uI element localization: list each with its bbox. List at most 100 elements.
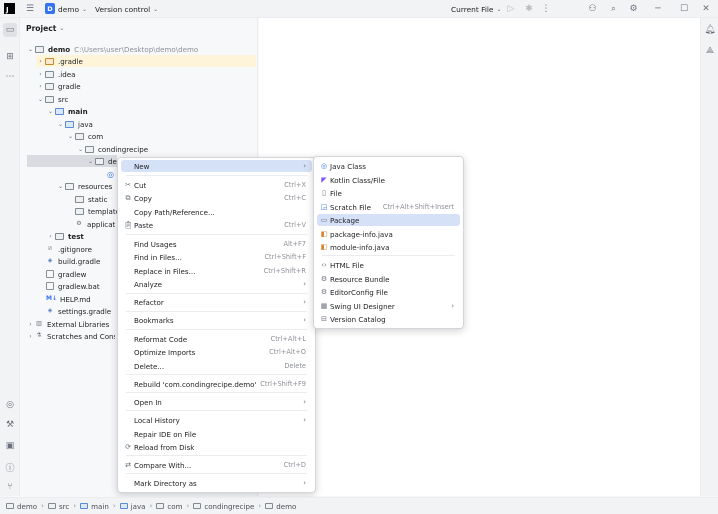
menu-item-replace-in-files[interactable]: Replace in Files... Ctrl+Shift+R — [121, 265, 312, 277]
menu-item-reload-from-disk[interactable]: ⟳ Reload from Disk — [121, 441, 312, 453]
gradle-file-icon: ◈ — [47, 307, 53, 314]
menu-item-local-history[interactable]: Local History › — [121, 414, 312, 426]
main-menu-icon[interactable]: ☰ — [24, 2, 36, 15]
tree-item-build-gradle[interactable]: ◈ build.gradle — [46, 255, 101, 267]
tree-item-class[interactable]: ◎ — [107, 168, 114, 180]
menu-item-copy-path[interactable]: Copy Path/Reference... — [121, 206, 312, 218]
submenu-item-java-class[interactable]: ◎ Java Class — [317, 160, 460, 172]
submenu-item-module-info[interactable]: ◧ module-info.java — [317, 241, 460, 253]
menu-item-rebuild[interactable]: Rebuild 'com.condingrecipe.demo' Ctrl+Sh… — [121, 378, 312, 390]
debug-icon[interactable]: ✱ — [524, 2, 534, 15]
tree-item-label: gradlew — [58, 269, 87, 279]
app-logo-icon[interactable]: J — [4, 3, 15, 14]
tree-item-scratches[interactable]: › ⚗ Scratches and Consoles — [26, 330, 115, 342]
tree-item-external-libraries[interactable]: › ▥ External Libraries — [26, 318, 109, 330]
more-actions-icon[interactable]: ⋮ — [542, 2, 551, 15]
tree-item-com[interactable]: ⌄ com — [66, 130, 103, 142]
breadcrumb-item[interactable]: com — [156, 502, 183, 511]
close-icon[interactable]: ✕ — [700, 2, 712, 15]
breadcrumb-separator-icon: › — [258, 502, 262, 510]
tree-item-resources[interactable]: ⌄ resources — [56, 180, 112, 192]
submenu-item-package[interactable]: ▭ Package — [317, 214, 460, 226]
folder-icon — [45, 95, 54, 103]
submenu-item-scratch[interactable]: ◲ Scratch File Ctrl+Alt+Shift+Insert — [317, 201, 460, 213]
tree-item-condingrecipe[interactable]: ⌄ condingrecipe — [76, 143, 148, 155]
run-config-selector[interactable]: Current File ⌄ — [451, 3, 502, 15]
menu-item-new[interactable]: New › — [121, 160, 312, 172]
git-icon[interactable]: ⑂ — [3, 480, 17, 494]
tree-item-static[interactable]: static — [75, 193, 107, 205]
tree-item-test[interactable]: › test — [46, 230, 84, 242]
menu-item-mark-directory[interactable]: Mark Directory as › — [121, 477, 312, 489]
chevron-down-icon: ⌄ — [57, 182, 64, 190]
menu-item-analyze[interactable]: Analyze › — [121, 278, 312, 290]
tree-item-main[interactable]: ⌄ main — [46, 105, 88, 117]
tree-item-gradlew-bat[interactable]: gradlew.bat — [46, 280, 100, 292]
tree-item-gradle[interactable]: › gradle — [36, 80, 80, 92]
menu-item-open-in[interactable]: Open In › — [121, 396, 312, 408]
tree-item-idea[interactable]: › .idea — [36, 68, 75, 80]
problems-icon[interactable]: ⓘ — [3, 460, 17, 474]
structure-tool-icon[interactable]: ⊞ — [3, 50, 17, 64]
menu-item-repair-ide[interactable]: Repair IDE on File — [121, 428, 312, 440]
menu-item-find-usages[interactable]: Find Usages Alt+F7 — [121, 238, 312, 250]
build-hammer-icon[interactable]: ⚒ — [3, 418, 17, 432]
breadcrumb-item[interactable]: java — [119, 502, 146, 511]
tree-item-settings-gradle[interactable]: ◈ settings.gradle — [46, 305, 111, 317]
menu-item-optimize-imports[interactable]: Optimize Imports Ctrl+Alt+O — [121, 346, 312, 358]
more-tools-icon[interactable]: ⋯ — [3, 70, 17, 84]
tree-item-src[interactable]: ⌄ src — [36, 93, 68, 105]
submenu-item-resource-bundle[interactable]: ⚙ Resource Bundle — [317, 273, 460, 285]
menu-item-delete[interactable]: Delete... Delete — [121, 360, 312, 372]
tree-item-gradlew[interactable]: gradlew — [46, 268, 86, 280]
submenu-item-file[interactable]: ▯ File — [317, 187, 460, 199]
menu-item-label: File — [330, 188, 342, 198]
project-switcher[interactable]: demo ⌄ — [58, 3, 87, 15]
tree-item-java[interactable]: ⌄ java — [56, 118, 93, 130]
menu-item-compare-with[interactable]: ⇄ Compare With... Ctrl+D — [121, 459, 312, 471]
breadcrumb-item[interactable]: condingrecipe — [193, 502, 254, 511]
submenu-item-editorconfig[interactable]: ⚙ EditorConfig File — [317, 286, 460, 298]
menu-item-paste[interactable]: 📋︎ Paste Ctrl+V — [121, 219, 312, 231]
breadcrumb-item[interactable]: demo — [6, 502, 37, 511]
submenu-item-package-info[interactable]: ◧ package-info.java — [317, 228, 460, 240]
maximize-icon[interactable]: ☐ — [678, 2, 690, 15]
scratch-file-icon: ◲ — [320, 203, 328, 211]
submenu-item-version-catalog[interactable]: ⊟ Version Catalog — [317, 313, 460, 325]
menu-item-refactor[interactable]: Refactor › — [121, 296, 312, 308]
tree-item-help-md[interactable]: M↓ HELP.md — [46, 293, 91, 305]
breadcrumb-item[interactable]: main — [80, 502, 109, 511]
submenu-item-kotlin[interactable]: ◤ Kotlin Class/File — [317, 174, 460, 186]
menu-item-label: Reload from Disk — [134, 442, 195, 452]
gear-icon[interactable]: ⚙ — [628, 2, 639, 15]
tree-item-gradle-cache[interactable]: › .gradle — [36, 55, 256, 67]
breadcrumb-item[interactable]: demo — [265, 502, 296, 511]
tree-item-templates[interactable]: templates — [75, 205, 118, 217]
notifications-icon[interactable]: 🔔︎ — [703, 23, 717, 37]
submenu-item-swing-ui[interactable]: ▦ Swing UI Designer › — [317, 300, 460, 312]
tree-item-label: .idea — [58, 69, 76, 79]
menu-item-label: Kotlin Class/File — [330, 175, 386, 185]
breadcrumb-item[interactable]: src — [47, 502, 69, 511]
project-panel-header[interactable]: Project ⌄ — [26, 24, 64, 33]
search-icon[interactable]: ⌕ — [608, 2, 619, 15]
vcs-widget[interactable]: Version control ⌄ — [95, 3, 158, 15]
tree-item-demo-package[interactable]: ⌄ demo — [27, 155, 117, 167]
menu-item-bookmarks[interactable]: Bookmarks › — [121, 314, 312, 326]
menu-item-cut[interactable]: ✂ Cut Ctrl+X — [121, 179, 312, 191]
submenu-item-html[interactable]: ‹› HTML File — [317, 259, 460, 271]
run-icon[interactable]: ▷ — [506, 2, 516, 15]
tree-item-gitignore[interactable]: ⊘ .gitignore — [46, 243, 91, 255]
tree-item-label: build.gradle — [58, 256, 101, 266]
menu-item-reformat[interactable]: Reformat Code Ctrl+Alt+L — [121, 333, 312, 345]
services-icon[interactable]: ◎ — [3, 398, 17, 412]
add-user-icon[interactable]: ⚇ — [587, 2, 598, 15]
menu-item-copy[interactable]: ⧉ Copy Ctrl+C — [121, 192, 312, 204]
ai-assistant-icon[interactable]: ⟁ — [703, 44, 717, 58]
minimize-icon[interactable]: ─ — [652, 2, 664, 15]
tree-item-application-properties[interactable]: ⚙ application.properties — [75, 218, 116, 230]
tree-item-root[interactable]: ⌄ demo C:\Users\user\Desktop\demo\demo — [26, 43, 198, 55]
project-tool-icon[interactable]: ▭ — [3, 23, 17, 37]
terminal-icon[interactable]: ▣ — [3, 439, 17, 453]
menu-item-find-in-files[interactable]: Find in Files... Ctrl+Shift+F — [121, 251, 312, 263]
